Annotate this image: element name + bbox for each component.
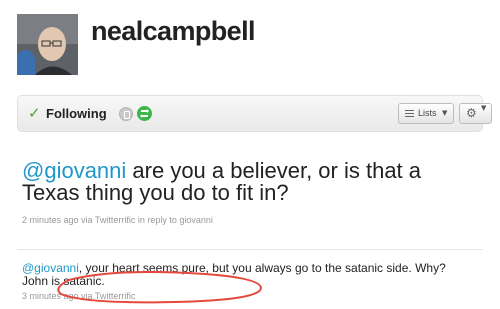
chevron-down-icon: ▼ bbox=[481, 104, 487, 112]
profile-page: nealcampbell ✓ Following Lists ▼ ⚙ ▼ @gi… bbox=[0, 0, 500, 309]
lists-button[interactable]: Lists ▼ bbox=[398, 103, 454, 124]
avatar-photo bbox=[17, 14, 78, 75]
lists-label: Lists bbox=[418, 108, 437, 118]
follow-toolbar: ✓ Following Lists ▼ ⚙ ▼ bbox=[17, 95, 492, 132]
settings-menu-button[interactable]: ⚙ ▼ bbox=[459, 103, 492, 124]
divider bbox=[17, 249, 483, 250]
annotation-ellipse bbox=[57, 271, 263, 304]
lists-icon bbox=[405, 110, 414, 118]
gear-icon: ⚙ bbox=[466, 106, 477, 120]
profile-username: nealcampbell bbox=[91, 16, 255, 46]
main-tweet-text: @giovanni are you a believer, or is that… bbox=[22, 160, 462, 204]
device-icon[interactable] bbox=[119, 107, 133, 121]
check-icon: ✓ bbox=[28, 104, 41, 122]
following-status[interactable]: Following bbox=[46, 106, 107, 121]
tweet-meta: 2 minutes ago via Twitterrific in reply … bbox=[22, 215, 213, 225]
retweet-icon[interactable] bbox=[137, 106, 152, 121]
chevron-down-icon: ▼ bbox=[442, 109, 448, 117]
retweet-glyph bbox=[140, 109, 149, 118]
avatar[interactable] bbox=[17, 14, 78, 75]
